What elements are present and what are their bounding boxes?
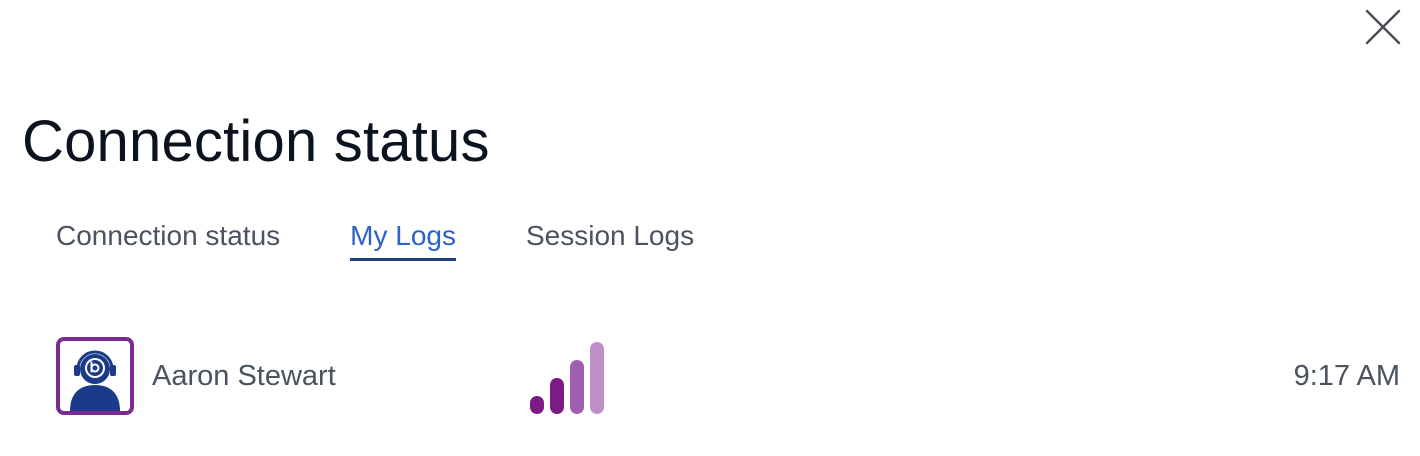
close-icon bbox=[1365, 9, 1401, 45]
tab-my-logs[interactable]: My Logs bbox=[350, 220, 456, 261]
close-button[interactable] bbox=[1362, 6, 1404, 48]
connection-status-dialog: Connection status Connection status My L… bbox=[0, 0, 1420, 456]
tab-connection-status[interactable]: Connection status bbox=[56, 220, 280, 261]
log-entry-row: Aaron Stewart 9:17 AM bbox=[56, 336, 1400, 416]
log-time: 9:17 AM bbox=[1293, 360, 1400, 392]
tab-bar: Connection status My Logs Session Logs bbox=[56, 220, 694, 268]
tab-session-logs[interactable]: Session Logs bbox=[526, 220, 694, 261]
user-name: Aaron Stewart bbox=[152, 360, 336, 392]
user-headset-avatar-icon bbox=[56, 337, 134, 415]
signal-strength-icon bbox=[530, 340, 606, 414]
dialog-title: Connection status bbox=[22, 109, 490, 174]
